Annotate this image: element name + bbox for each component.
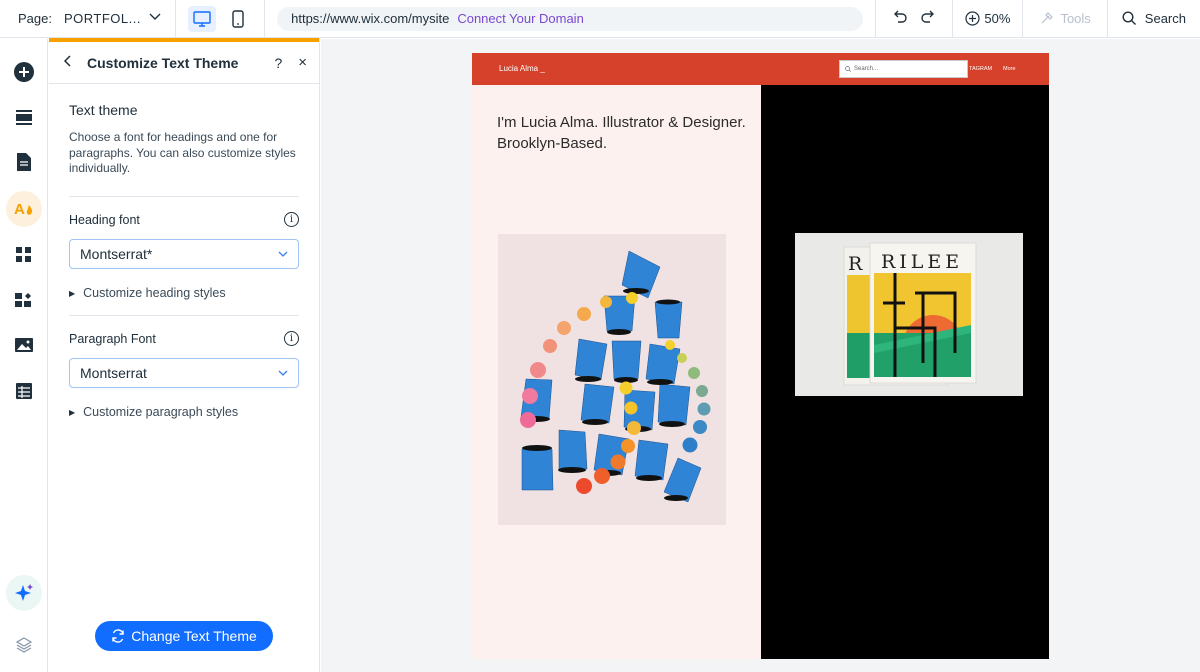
desktop-view-button[interactable] xyxy=(188,5,217,32)
cups-artwork xyxy=(520,250,711,503)
sections-icon xyxy=(16,110,32,125)
tools-icon xyxy=(1042,12,1054,24)
info-icon[interactable]: i xyxy=(284,331,299,346)
cta-label: Change Text Theme xyxy=(131,628,257,644)
page-value: PORTFOL... xyxy=(63,11,141,26)
sections-button[interactable] xyxy=(8,101,40,133)
cms-button[interactable] xyxy=(8,375,40,407)
editor-canvas[interactable]: Lucia Alma _ Search... TAGRAM More I'm L… xyxy=(321,39,1200,672)
cups-illustration[interactable] xyxy=(498,234,726,525)
svg-text:A: A xyxy=(14,201,25,218)
caret-right-icon: ▶ xyxy=(69,288,76,298)
redo-icon[interactable] xyxy=(920,8,936,29)
site-left-column[interactable]: I'm Lucia Alma. Illustrator & Designer. … xyxy=(472,85,761,659)
panel-header: Customize Text Theme ? × xyxy=(49,42,319,84)
search-label: Search xyxy=(1144,11,1186,26)
tools-button[interactable]: Tools xyxy=(1022,0,1106,38)
apps-button[interactable] xyxy=(8,239,40,271)
layers-button[interactable] xyxy=(8,629,40,661)
book-title-back: R xyxy=(848,253,863,275)
chevron-down-icon xyxy=(278,249,288,260)
help-icon[interactable]: ? xyxy=(274,55,282,71)
info-icon[interactable]: i xyxy=(284,212,299,227)
extensions-icon xyxy=(15,293,31,307)
search-button[interactable]: Search xyxy=(1106,0,1200,38)
pages-icon xyxy=(17,153,31,171)
tools-label: Tools xyxy=(1060,11,1091,26)
chevron-down-icon xyxy=(149,13,161,24)
site-nav-instagram[interactable]: TAGRAM xyxy=(969,66,992,72)
search-icon xyxy=(845,66,851,72)
layers-icon xyxy=(15,637,33,653)
site-header[interactable]: Lucia Alma _ Search... TAGRAM More xyxy=(472,53,1049,85)
site-right-column[interactable]: R RILEE xyxy=(761,85,1049,659)
site-intro-text[interactable]: I'm Lucia Alma. Illustrator & Designer. … xyxy=(497,113,747,154)
customize-heading-toggle[interactable]: ▶ Customize heading styles xyxy=(69,286,226,300)
page-label: Page: xyxy=(18,11,52,26)
site-nav-more[interactable]: More xyxy=(1003,66,1016,72)
paragraph-font-value: Montserrat xyxy=(80,365,147,381)
book-title: RILEE xyxy=(881,251,963,273)
ai-icon xyxy=(15,584,33,601)
desktop-icon xyxy=(193,10,211,27)
site-search-placeholder: Search... xyxy=(854,66,879,72)
theme-button[interactable]: A xyxy=(6,191,42,227)
site-preview[interactable]: Lucia Alma _ Search... TAGRAM More I'm L… xyxy=(472,53,1049,659)
close-icon[interactable]: × xyxy=(298,54,307,71)
back-icon[interactable] xyxy=(63,54,87,71)
pages-button[interactable] xyxy=(8,146,40,178)
zoom-control[interactable]: 50% xyxy=(952,0,1022,38)
undo-icon[interactable] xyxy=(892,8,908,29)
mobile-icon xyxy=(232,9,244,28)
caret-right-icon: ▶ xyxy=(69,407,76,417)
book-photo[interactable]: R RILEE xyxy=(795,233,1023,396)
section-description: Choose a font for headings and one for p… xyxy=(69,130,296,175)
device-switcher xyxy=(176,0,266,38)
book-artwork: R RILEE xyxy=(843,242,977,386)
business-tools-button[interactable] xyxy=(8,284,40,316)
media-button[interactable] xyxy=(8,329,40,361)
apps-icon xyxy=(16,247,31,262)
text-theme-panel: Customize Text Theme ? × Text theme Choo… xyxy=(49,38,320,672)
heading-font-label: Heading font xyxy=(69,213,140,227)
search-icon xyxy=(1122,11,1136,25)
ai-assistant-button[interactable] xyxy=(6,575,42,611)
url-bar[interactable]: https://www.wix.com/mysite Connect Your … xyxy=(277,6,864,31)
divider xyxy=(69,196,299,197)
cms-icon xyxy=(16,383,32,399)
heading-font-value: Montserrat* xyxy=(80,246,153,262)
top-bar: Page: PORTFOL... https://www.wix.com/mys… xyxy=(0,0,1200,38)
zoom-in-icon xyxy=(965,11,981,26)
site-search-box[interactable]: Search... xyxy=(839,60,968,78)
site-name[interactable]: Lucia Alma _ xyxy=(499,64,545,73)
mobile-view-button[interactable] xyxy=(224,6,252,32)
change-text-theme-button[interactable]: Change Text Theme xyxy=(95,621,273,651)
chevron-down-icon xyxy=(278,368,288,379)
add-elements-button[interactable] xyxy=(8,56,40,88)
zoom-value: 50% xyxy=(984,11,1011,26)
paragraph-font-label: Paragraph Font xyxy=(69,332,156,346)
connect-domain-link[interactable]: Connect Your Domain xyxy=(457,11,583,26)
heading-font-dropdown[interactable]: Montserrat* xyxy=(69,239,299,269)
panel-title: Customize Text Theme xyxy=(87,54,239,71)
divider xyxy=(69,315,299,316)
theme-icon: A xyxy=(14,201,33,218)
left-rail: A xyxy=(0,39,48,672)
customize-heading-label: Customize heading styles xyxy=(83,286,226,300)
add-icon xyxy=(14,62,34,82)
customize-paragraph-toggle[interactable]: ▶ Customize paragraph styles xyxy=(69,405,238,419)
media-icon xyxy=(15,338,33,352)
customize-paragraph-label: Customize paragraph styles xyxy=(83,405,239,419)
page-selector[interactable]: Page: PORTFOL... xyxy=(0,0,177,38)
site-url: https://www.wix.com/mysite xyxy=(291,11,450,26)
refresh-icon xyxy=(112,629,124,643)
section-title: Text theme xyxy=(69,102,138,118)
paragraph-font-dropdown[interactable]: Montserrat xyxy=(69,358,299,388)
